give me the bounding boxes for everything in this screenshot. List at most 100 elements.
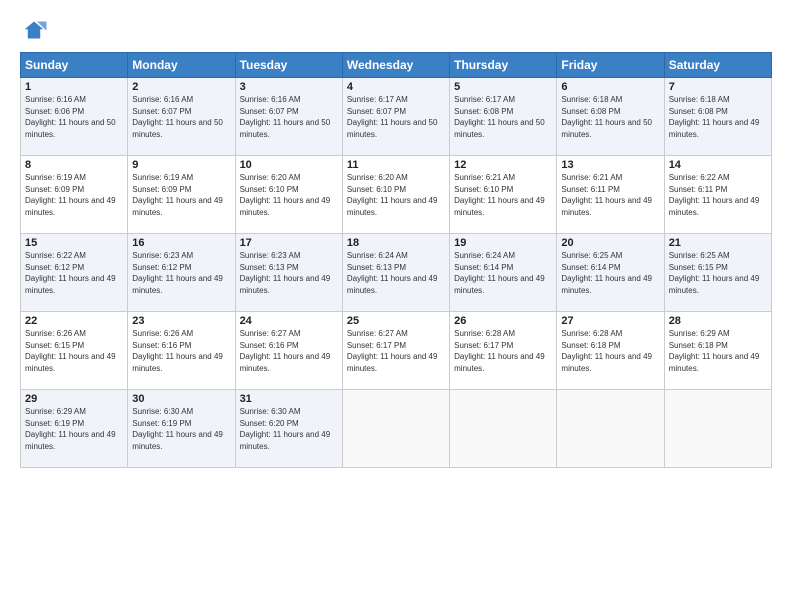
day-number: 8 — [25, 159, 123, 171]
day-info: Sunrise: 6:17 AMSunset: 6:08 PMDaylight:… — [454, 95, 545, 139]
calendar-day-cell: 23 Sunrise: 6:26 AMSunset: 6:16 PMDaylig… — [128, 312, 235, 390]
weekday-header-cell: Friday — [557, 53, 664, 78]
day-number: 13 — [561, 159, 659, 171]
day-number: 20 — [561, 237, 659, 249]
calendar-day-cell: 19 Sunrise: 6:24 AMSunset: 6:14 PMDaylig… — [450, 234, 557, 312]
calendar-day-cell: 21 Sunrise: 6:25 AMSunset: 6:15 PMDaylig… — [664, 234, 771, 312]
calendar-day-cell — [557, 390, 664, 468]
calendar-day-cell: 25 Sunrise: 6:27 AMSunset: 6:17 PMDaylig… — [342, 312, 449, 390]
day-number: 24 — [240, 315, 338, 327]
calendar-day-cell: 26 Sunrise: 6:28 AMSunset: 6:17 PMDaylig… — [450, 312, 557, 390]
day-info: Sunrise: 6:20 AMSunset: 6:10 PMDaylight:… — [347, 173, 438, 217]
day-info: Sunrise: 6:26 AMSunset: 6:15 PMDaylight:… — [25, 329, 116, 373]
weekday-header-cell: Saturday — [664, 53, 771, 78]
calendar-body: 1 Sunrise: 6:16 AMSunset: 6:06 PMDayligh… — [21, 78, 772, 468]
calendar-day-cell: 15 Sunrise: 6:22 AMSunset: 6:12 PMDaylig… — [21, 234, 128, 312]
day-info: Sunrise: 6:29 AMSunset: 6:18 PMDaylight:… — [669, 329, 760, 373]
calendar-day-cell: 24 Sunrise: 6:27 AMSunset: 6:16 PMDaylig… — [235, 312, 342, 390]
calendar-day-cell: 13 Sunrise: 6:21 AMSunset: 6:11 PMDaylig… — [557, 156, 664, 234]
calendar-day-cell: 5 Sunrise: 6:17 AMSunset: 6:08 PMDayligh… — [450, 78, 557, 156]
day-info: Sunrise: 6:27 AMSunset: 6:17 PMDaylight:… — [347, 329, 438, 373]
day-info: Sunrise: 6:30 AMSunset: 6:19 PMDaylight:… — [132, 407, 223, 451]
day-info: Sunrise: 6:28 AMSunset: 6:18 PMDaylight:… — [561, 329, 652, 373]
day-info: Sunrise: 6:27 AMSunset: 6:16 PMDaylight:… — [240, 329, 331, 373]
day-info: Sunrise: 6:22 AMSunset: 6:12 PMDaylight:… — [25, 251, 116, 295]
day-number: 14 — [669, 159, 767, 171]
day-number: 3 — [240, 81, 338, 93]
calendar-week-row: 15 Sunrise: 6:22 AMSunset: 6:12 PMDaylig… — [21, 234, 772, 312]
day-number: 26 — [454, 315, 552, 327]
day-number: 11 — [347, 159, 445, 171]
day-number: 16 — [132, 237, 230, 249]
calendar-day-cell: 30 Sunrise: 6:30 AMSunset: 6:19 PMDaylig… — [128, 390, 235, 468]
calendar-day-cell: 9 Sunrise: 6:19 AMSunset: 6:09 PMDayligh… — [128, 156, 235, 234]
day-info: Sunrise: 6:21 AMSunset: 6:10 PMDaylight:… — [454, 173, 545, 217]
calendar-day-cell: 7 Sunrise: 6:18 AMSunset: 6:08 PMDayligh… — [664, 78, 771, 156]
weekday-header-cell: Sunday — [21, 53, 128, 78]
day-info: Sunrise: 6:17 AMSunset: 6:07 PMDaylight:… — [347, 95, 438, 139]
day-info: Sunrise: 6:18 AMSunset: 6:08 PMDaylight:… — [669, 95, 760, 139]
day-info: Sunrise: 6:16 AMSunset: 6:06 PMDaylight:… — [25, 95, 116, 139]
calendar-day-cell: 16 Sunrise: 6:23 AMSunset: 6:12 PMDaylig… — [128, 234, 235, 312]
day-info: Sunrise: 6:28 AMSunset: 6:17 PMDaylight:… — [454, 329, 545, 373]
day-info: Sunrise: 6:25 AMSunset: 6:15 PMDaylight:… — [669, 251, 760, 295]
calendar-day-cell: 18 Sunrise: 6:24 AMSunset: 6:13 PMDaylig… — [342, 234, 449, 312]
calendar-day-cell: 1 Sunrise: 6:16 AMSunset: 6:06 PMDayligh… — [21, 78, 128, 156]
day-number: 2 — [132, 81, 230, 93]
day-number: 29 — [25, 393, 123, 405]
calendar-day-cell: 22 Sunrise: 6:26 AMSunset: 6:15 PMDaylig… — [21, 312, 128, 390]
calendar-week-row: 22 Sunrise: 6:26 AMSunset: 6:15 PMDaylig… — [21, 312, 772, 390]
calendar-day-cell: 2 Sunrise: 6:16 AMSunset: 6:07 PMDayligh… — [128, 78, 235, 156]
header — [20, 18, 772, 42]
calendar-day-cell: 4 Sunrise: 6:17 AMSunset: 6:07 PMDayligh… — [342, 78, 449, 156]
day-number: 9 — [132, 159, 230, 171]
day-info: Sunrise: 6:25 AMSunset: 6:14 PMDaylight:… — [561, 251, 652, 295]
calendar-day-cell: 3 Sunrise: 6:16 AMSunset: 6:07 PMDayligh… — [235, 78, 342, 156]
day-number: 30 — [132, 393, 230, 405]
calendar-day-cell: 8 Sunrise: 6:19 AMSunset: 6:09 PMDayligh… — [21, 156, 128, 234]
calendar-table: SundayMondayTuesdayWednesdayThursdayFrid… — [20, 52, 772, 468]
day-info: Sunrise: 6:19 AMSunset: 6:09 PMDaylight:… — [25, 173, 116, 217]
day-number: 4 — [347, 81, 445, 93]
day-number: 5 — [454, 81, 552, 93]
day-info: Sunrise: 6:30 AMSunset: 6:20 PMDaylight:… — [240, 407, 331, 451]
day-number: 15 — [25, 237, 123, 249]
calendar-day-cell: 14 Sunrise: 6:22 AMSunset: 6:11 PMDaylig… — [664, 156, 771, 234]
day-number: 1 — [25, 81, 123, 93]
day-number: 31 — [240, 393, 338, 405]
weekday-header-cell: Tuesday — [235, 53, 342, 78]
day-number: 6 — [561, 81, 659, 93]
calendar-day-cell — [342, 390, 449, 468]
calendar-week-row: 1 Sunrise: 6:16 AMSunset: 6:06 PMDayligh… — [21, 78, 772, 156]
weekday-header-row: SundayMondayTuesdayWednesdayThursdayFrid… — [21, 53, 772, 78]
weekday-header-cell: Thursday — [450, 53, 557, 78]
page: SundayMondayTuesdayWednesdayThursdayFrid… — [0, 0, 792, 612]
day-info: Sunrise: 6:22 AMSunset: 6:11 PMDaylight:… — [669, 173, 760, 217]
calendar-day-cell: 17 Sunrise: 6:23 AMSunset: 6:13 PMDaylig… — [235, 234, 342, 312]
calendar-day-cell: 11 Sunrise: 6:20 AMSunset: 6:10 PMDaylig… — [342, 156, 449, 234]
calendar-day-cell: 28 Sunrise: 6:29 AMSunset: 6:18 PMDaylig… — [664, 312, 771, 390]
weekday-header-cell: Wednesday — [342, 53, 449, 78]
calendar-day-cell: 12 Sunrise: 6:21 AMSunset: 6:10 PMDaylig… — [450, 156, 557, 234]
day-number: 27 — [561, 315, 659, 327]
day-number: 10 — [240, 159, 338, 171]
logo-icon — [20, 18, 48, 42]
day-info: Sunrise: 6:16 AMSunset: 6:07 PMDaylight:… — [132, 95, 223, 139]
day-info: Sunrise: 6:21 AMSunset: 6:11 PMDaylight:… — [561, 173, 652, 217]
day-info: Sunrise: 6:23 AMSunset: 6:12 PMDaylight:… — [132, 251, 223, 295]
day-number: 25 — [347, 315, 445, 327]
day-info: Sunrise: 6:18 AMSunset: 6:08 PMDaylight:… — [561, 95, 652, 139]
calendar-week-row: 8 Sunrise: 6:19 AMSunset: 6:09 PMDayligh… — [21, 156, 772, 234]
calendar-day-cell — [664, 390, 771, 468]
day-number: 7 — [669, 81, 767, 93]
day-number: 18 — [347, 237, 445, 249]
day-number: 23 — [132, 315, 230, 327]
calendar-day-cell: 20 Sunrise: 6:25 AMSunset: 6:14 PMDaylig… — [557, 234, 664, 312]
day-number: 28 — [669, 315, 767, 327]
day-info: Sunrise: 6:20 AMSunset: 6:10 PMDaylight:… — [240, 173, 331, 217]
weekday-header-cell: Monday — [128, 53, 235, 78]
day-info: Sunrise: 6:24 AMSunset: 6:13 PMDaylight:… — [347, 251, 438, 295]
day-number: 21 — [669, 237, 767, 249]
calendar-day-cell: 29 Sunrise: 6:29 AMSunset: 6:19 PMDaylig… — [21, 390, 128, 468]
day-info: Sunrise: 6:16 AMSunset: 6:07 PMDaylight:… — [240, 95, 331, 139]
